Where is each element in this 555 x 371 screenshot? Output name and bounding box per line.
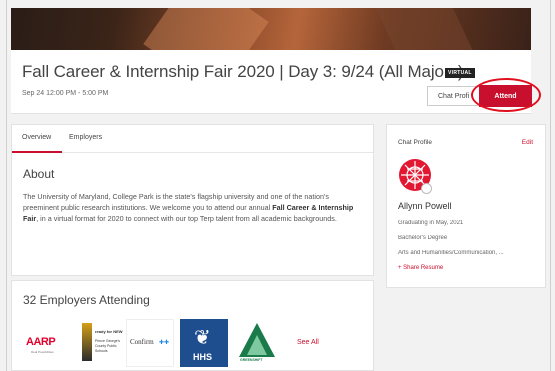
employer-logo-confirm[interactable]: Confirm ✚✚: [126, 319, 174, 367]
tab-overview[interactable]: Overview: [22, 134, 51, 141]
active-tab-indicator: [12, 151, 62, 153]
edit-profile-link[interactable]: Edit: [522, 139, 533, 146]
chat-profile-heading: Chat Profile: [398, 139, 432, 146]
employers-heading: 32 Employers Attending: [23, 293, 150, 307]
event-header: Fall Career & Internship Fair 2020 | Day…: [11, 50, 541, 114]
employers-attending-card: 32 Employers Attending AARP Real Possibi…: [11, 280, 374, 371]
attend-button[interactable]: Attend: [479, 85, 532, 107]
tab-bar: Overview Employers: [12, 125, 373, 153]
about-heading: About: [23, 167, 55, 181]
chat-profile-button[interactable]: Chat Profi: [427, 86, 485, 106]
profile-name: Allynn Powell: [398, 201, 452, 211]
event-date: Sep 24 12:00 PM - 5:00 PM: [22, 90, 109, 97]
tab-employers[interactable]: Employers: [69, 134, 102, 141]
chat-profile-card: Chat Profile Edit Allynn Powell Graduati…: [386, 124, 546, 288]
employer-logo-pgcps[interactable]: ready for NEW Prince George's County Pub…: [75, 319, 123, 367]
event-banner-image: [11, 8, 531, 50]
see-all-employers-link[interactable]: See All: [297, 339, 319, 346]
profile-major: Arts and Humanities/Communication, ...: [398, 250, 504, 256]
share-resume-link[interactable]: + Share Resume: [398, 265, 443, 271]
employer-logo-aarp[interactable]: AARP Real Possibilities: [23, 319, 71, 367]
status-indicator: [421, 183, 432, 194]
profile-graduation: Graduating in May, 2021: [398, 220, 464, 226]
hhs-eagle-icon: ❦: [194, 327, 211, 349]
employer-logo-greenshift[interactable]: GREENSHIFT: [233, 319, 281, 367]
employer-logo-hhs[interactable]: ❦ HHS: [180, 319, 228, 367]
virtual-badge: VIRTUAL: [445, 68, 475, 78]
profile-degree: Bachelor's Degree: [398, 235, 448, 241]
about-description: The University of Maryland, College Park…: [23, 192, 354, 223]
event-title: Fall Career & Internship Fair 2020 | Day…: [22, 62, 464, 81]
overview-card: Overview Employers About The University …: [11, 124, 374, 276]
